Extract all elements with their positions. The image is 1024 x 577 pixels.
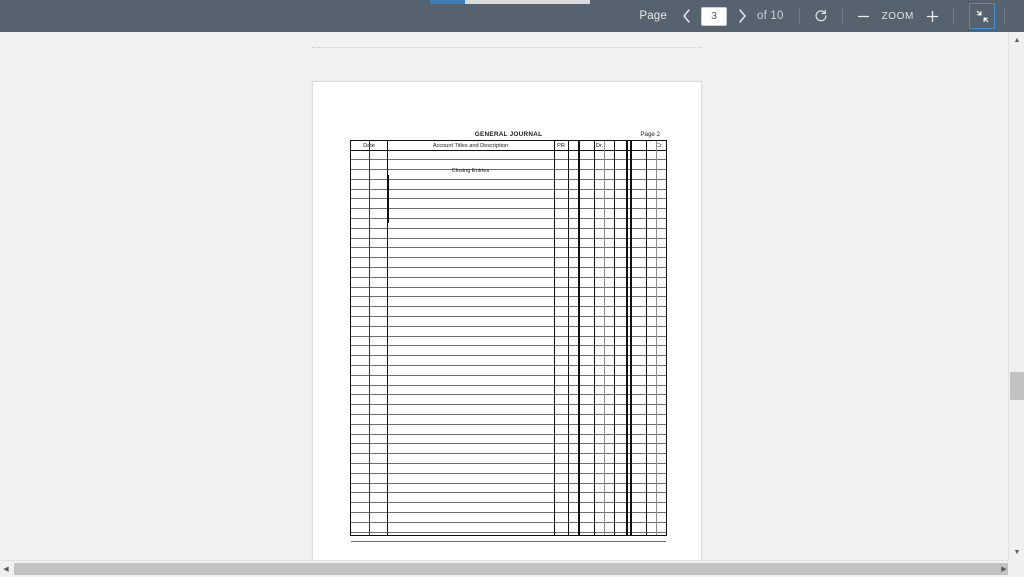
rule-dr-end <box>626 141 628 535</box>
loading-progress-track <box>430 0 590 4</box>
scroll-left-arrow-icon[interactable]: ◀ <box>0 561 12 577</box>
journal-row <box>351 454 666 464</box>
scroll-up-arrow-icon[interactable]: ▲ <box>1009 32 1024 48</box>
column-header-pr: PR <box>554 141 568 151</box>
horizontal-scrollbar[interactable]: ◀ ▶ <box>0 560 1024 576</box>
journal-title: GENERAL JOURNAL <box>350 131 667 138</box>
zoom-group: ZOOM <box>852 3 944 29</box>
journal-row <box>351 484 666 494</box>
closing-entries-text: Closing Entries <box>387 166 554 176</box>
rule-cr-2 <box>656 141 657 535</box>
journal-row <box>351 249 666 259</box>
column-header-cr: Cr. <box>631 141 688 151</box>
rule-account-pr <box>554 141 555 535</box>
next-page-button[interactable] <box>730 3 754 29</box>
journal-row <box>351 278 666 288</box>
toolbar-divider-3 <box>953 7 954 25</box>
journal-row <box>351 513 666 523</box>
journal-row <box>351 474 666 484</box>
journal-row <box>351 229 666 239</box>
rule-dr-3 <box>614 141 615 535</box>
journal-row <box>351 307 666 317</box>
journal-row <box>351 503 666 513</box>
journal-row <box>351 356 666 366</box>
rule-cr-3 <box>666 141 667 535</box>
journal-row <box>351 200 666 210</box>
journal-page-marker: Page 2 <box>640 131 660 138</box>
journal-header-row: Date Account Titles and Description PR D… <box>351 141 666 151</box>
journal-row <box>351 464 666 474</box>
journal-body: Closing Entries <box>351 151 666 536</box>
page-label: Page <box>639 10 667 22</box>
loading-progress-fill <box>430 0 465 4</box>
journal-row <box>351 396 666 406</box>
rule-date-split <box>369 141 370 535</box>
journal-row <box>351 425 666 435</box>
journal-row <box>351 219 666 229</box>
journal-row <box>351 298 666 308</box>
journal-row <box>351 494 666 504</box>
journal-row <box>351 415 666 425</box>
journal-row <box>351 533 666 543</box>
pdf-page-canvas: GENERAL JOURNAL Page 2 Date Account Titl… <box>312 81 702 560</box>
journal-row <box>351 327 666 337</box>
journal-row <box>351 317 666 327</box>
previous-page-button[interactable] <box>674 3 698 29</box>
journal-row <box>351 435 666 445</box>
journal-row <box>351 445 666 455</box>
scrollbar-corner <box>1008 560 1024 576</box>
zoom-out-button[interactable] <box>852 3 876 29</box>
rule-dr-1 <box>594 141 595 535</box>
journal-row <box>351 386 666 396</box>
zoom-label: ZOOM <box>882 11 914 22</box>
toolbar-divider-4 <box>1004 7 1005 25</box>
horizontal-scrollbar-thumb[interactable] <box>14 563 1024 575</box>
rule-dr-start <box>578 141 580 535</box>
exit-fullscreen-icon <box>976 10 989 23</box>
journal-row <box>351 180 666 190</box>
rule-date-account <box>387 141 388 535</box>
vertical-scrollbar[interactable]: ▲ ▼ <box>1008 32 1024 560</box>
journal-row <box>351 268 666 278</box>
journal-row <box>351 337 666 347</box>
journal-row <box>351 366 666 376</box>
vertical-scrollbar-thumb[interactable] <box>1010 372 1024 400</box>
document-viewer[interactable]: GENERAL JOURNAL Page 2 Date Account Titl… <box>0 32 1008 560</box>
rule-cr-1 <box>646 141 647 535</box>
journal-row <box>351 405 666 415</box>
zoom-in-button[interactable] <box>920 3 944 29</box>
journal-row <box>351 376 666 386</box>
journal-row <box>351 523 666 533</box>
journal-row <box>351 258 666 268</box>
journal-row <box>351 239 666 249</box>
page-navigation-group: Page 3 of 10 <box>639 3 789 29</box>
total-pages-label: of 10 <box>757 10 784 22</box>
exit-fullscreen-button[interactable] <box>969 3 995 29</box>
column-header-account: Account Titles and Description <box>387 141 554 151</box>
journal-row <box>351 288 666 298</box>
rotate-icon[interactable] <box>809 3 833 29</box>
rule-pr-dr <box>568 141 569 535</box>
rule-dr-2 <box>604 141 605 535</box>
page-number-input[interactable]: 3 <box>701 7 727 26</box>
journal-row <box>351 209 666 219</box>
page-separator <box>312 47 702 48</box>
toolbar-divider-2 <box>842 7 843 25</box>
scroll-down-arrow-icon[interactable]: ▼ <box>1009 544 1024 560</box>
viewer-toolbar: Page 3 of 10 ZOOM <box>0 0 1024 32</box>
journal-row <box>351 151 666 161</box>
toolbar-divider-1 <box>799 7 800 25</box>
journal-row <box>351 347 666 357</box>
journal-row <box>351 190 666 200</box>
journal-table: Date Account Titles and Description PR D… <box>350 140 667 536</box>
rule-cr-start <box>630 141 632 535</box>
